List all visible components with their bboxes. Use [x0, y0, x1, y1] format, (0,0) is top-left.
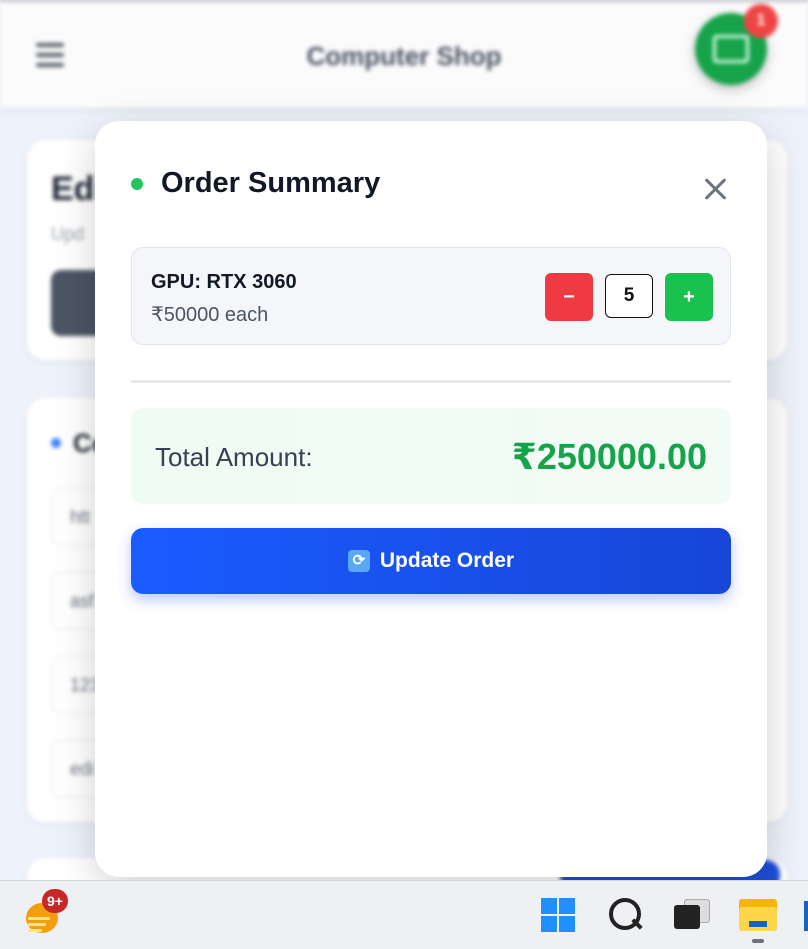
field-value: htt: [70, 507, 91, 527]
task-view-icon[interactable]: [674, 899, 710, 931]
quantity-field[interactable]: 5: [605, 274, 653, 318]
customer-card-dot: [51, 438, 61, 448]
field-value: edi: [70, 759, 95, 779]
order-summary-modal: Order Summary GPU: RTX 3060 ₹50000 each …: [95, 121, 767, 877]
file-explorer-icon[interactable]: [739, 899, 777, 931]
cart-icon: [713, 35, 749, 63]
update-order-button[interactable]: ⟳ Update Order: [131, 528, 731, 594]
refresh-icon: ⟳: [347, 550, 370, 572]
app-header: Computer Shop 1: [0, 0, 808, 108]
app-title: Computer Shop: [306, 41, 502, 71]
total-value: ₹250000.00: [511, 436, 707, 477]
active-app-indicator: [752, 939, 764, 943]
divider: [131, 380, 731, 383]
total-label: Total Amount:: [155, 442, 313, 472]
weather-badge: 9+: [42, 889, 68, 913]
decrease-quantity-button[interactable]: −: [545, 273, 593, 321]
status-dot: [131, 178, 143, 190]
taskbar-app-edge-icon[interactable]: [804, 901, 808, 931]
cart-badge: 1: [744, 4, 778, 38]
total-box: Total Amount: ₹250000.00: [131, 408, 731, 504]
order-item-row: GPU: RTX 3060 ₹50000 each − 5 +: [131, 247, 731, 345]
edit-card-subtitle: Upd: [51, 224, 85, 244]
field-value: asf: [70, 591, 95, 611]
search-icon[interactable]: [609, 898, 643, 932]
increase-quantity-button[interactable]: +: [665, 273, 713, 321]
close-icon[interactable]: [700, 173, 732, 205]
update-order-label: Update Order: [379, 549, 515, 572]
item-price: ₹50000 each: [151, 304, 269, 326]
windows-start-icon[interactable]: [541, 898, 575, 932]
modal-title: Order Summary: [161, 167, 381, 199]
item-name: GPU: RTX 3060: [151, 271, 297, 293]
taskbar: 9+: [0, 880, 808, 949]
